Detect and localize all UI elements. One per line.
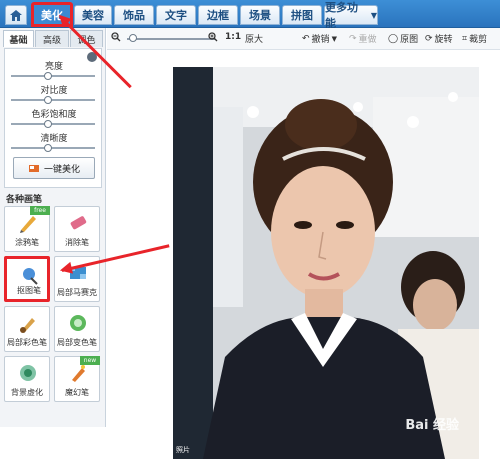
crop-button[interactable]: ⌗ 裁剪: [462, 32, 488, 46]
tool-eraser-pen[interactable]: 消除笔: [54, 206, 100, 252]
zoom-slider[interactable]: [127, 38, 215, 40]
doodle-pen-icon: [20, 216, 36, 233]
tab-label: 文字: [165, 9, 187, 22]
tab-scene[interactable]: 场景: [240, 5, 280, 25]
tool-background-blur[interactable]: 背景虚化: [4, 356, 50, 402]
subtab-label: 高级: [42, 35, 61, 46]
redo-button[interactable]: ↷ 重做: [349, 32, 377, 46]
original-image-button[interactable]: ◯ 原图: [388, 32, 419, 46]
contrast-label: 对比度: [40, 86, 68, 96]
portrait-photo: [173, 67, 479, 459]
sharpness-label: 清晰度: [40, 134, 68, 144]
color-brush-icon: [20, 318, 35, 333]
magic-pen-icon: [72, 365, 85, 382]
tab-label: 场景: [249, 9, 271, 22]
brightness-slider-knob[interactable]: [44, 72, 52, 80]
free-badge: free: [30, 206, 50, 215]
ratio-label: 1:1: [225, 32, 242, 42]
recolor-pen-icon: [70, 315, 86, 331]
tool-label: 消除笔: [65, 238, 89, 247]
tool-magic-pen[interactable]: new 魔幻笔: [54, 356, 100, 402]
home-icon: [10, 9, 22, 21]
chevron-down-icon: ▼: [331, 34, 337, 43]
more-features-label: 更多功能: [325, 1, 358, 30]
chevron-down-icon: ▼: [370, 10, 377, 20]
tab-beauty[interactable]: 美容: [74, 5, 112, 25]
saturation-slider[interactable]: [11, 123, 95, 125]
zoom-slider-knob[interactable]: [129, 34, 137, 42]
home-button[interactable]: [5, 5, 27, 25]
original-size-label: 原大: [245, 35, 264, 45]
redo-label: 重做: [358, 35, 377, 45]
contrast-slider[interactable]: [11, 99, 95, 101]
brightness-slider[interactable]: [11, 75, 95, 77]
one-key-beautify-label: 一键美化: [43, 164, 80, 175]
tab-label: 拼图: [291, 9, 313, 22]
tool-local-color-pen[interactable]: 局部彩色笔: [4, 306, 50, 352]
magic-wand-icon: [28, 165, 39, 172]
tab-collage[interactable]: 拼图: [282, 5, 322, 25]
subtab-label: 基础: [9, 35, 28, 46]
photo-corner-text: 照片: [176, 446, 190, 454]
rotate-label: 旋转: [434, 35, 453, 45]
basic-adjust-panel: 亮度 对比度 色彩饱和度 清晰度 一键美化: [4, 48, 102, 188]
tool-cutout-pen[interactable]: 抠图笔: [4, 256, 50, 302]
actual-size-button[interactable]: 1:1: [225, 32, 241, 42]
crop-label: 裁剪: [469, 35, 488, 45]
cutout-pen-icon: [23, 268, 38, 285]
photo[interactable]: 照片 Bai 经验: [173, 67, 479, 459]
tab-text[interactable]: 文字: [156, 5, 196, 25]
rotate-button[interactable]: ⟳ 旋转: [425, 32, 453, 46]
brightness-label: 亮度: [44, 62, 63, 72]
main-menu-bar: 美化 美容 饰品 文字 边框 场景 拼图 更多功能 ▼: [0, 0, 500, 30]
tool-label: 背景虚化: [11, 388, 43, 397]
background-blur-icon: [20, 365, 36, 381]
zoom-out-icon[interactable]: [111, 32, 121, 42]
redo-icon: ↷: [349, 33, 357, 44]
original-image-label: 原图: [400, 35, 419, 45]
one-key-beautify-button[interactable]: 一键美化: [13, 157, 95, 179]
crop-icon: ⌗: [462, 33, 468, 44]
subtab-advanced[interactable]: 高级: [35, 30, 69, 47]
tool-label: 抠图笔: [17, 286, 41, 295]
undo-label: 撤销: [311, 35, 330, 45]
tool-label: 局部变色笔: [57, 338, 97, 347]
tool-doodle-pen[interactable]: free 涂鸦笔: [4, 206, 50, 252]
tool-label: 局部彩色笔: [7, 338, 47, 347]
tab-border[interactable]: 边框: [198, 5, 238, 25]
saturation-slider-knob[interactable]: [44, 120, 52, 128]
contrast-slider-knob[interactable]: [44, 96, 52, 104]
brush-section-title: 各种画笔: [6, 195, 43, 205]
tool-label: 涂鸦笔: [15, 238, 39, 247]
zoom-in-icon[interactable]: [208, 32, 218, 42]
eraser-icon: [70, 216, 87, 230]
undo-button[interactable]: ↶ 撤销 ▼: [302, 32, 337, 46]
image-toolbar: 1:1 原大 ↶ 撤销 ▼ ↷ 重做 ◯ 原图 ⟳ 旋转 ⌗ 裁剪: [107, 28, 500, 50]
tab-label: 边框: [207, 9, 229, 22]
tab-label: 饰品: [123, 9, 145, 22]
subtab-basic[interactable]: 基础: [3, 30, 34, 47]
saturation-label: 色彩饱和度: [31, 110, 77, 120]
sharpness-slider-knob[interactable]: [44, 144, 52, 152]
image-canvas[interactable]: 照片 Bai 经验: [107, 51, 500, 459]
tool-label: 魔幻笔: [65, 388, 89, 397]
more-features-menu[interactable]: 更多功能 ▼: [324, 1, 378, 30]
baidu-watermark: Bai 经验: [405, 418, 459, 433]
tab-label: 美容: [82, 9, 104, 22]
tab-accessories[interactable]: 饰品: [114, 5, 154, 25]
rotate-icon: ⟳: [425, 33, 433, 44]
left-panel: 基础 高级 调色 亮度 对比度 色彩饱和度 清晰度 一键美化 各种画笔 free…: [0, 28, 106, 427]
tool-label: 局部马赛克: [57, 288, 97, 297]
original-size-button[interactable]: 原大: [245, 32, 263, 45]
original-image-icon: ◯: [388, 33, 399, 44]
undo-icon: ↶: [302, 33, 310, 44]
tool-local-recolor-pen[interactable]: 局部变色笔: [54, 306, 100, 352]
sharpness-slider[interactable]: [11, 147, 95, 149]
new-badge: new: [80, 356, 100, 365]
